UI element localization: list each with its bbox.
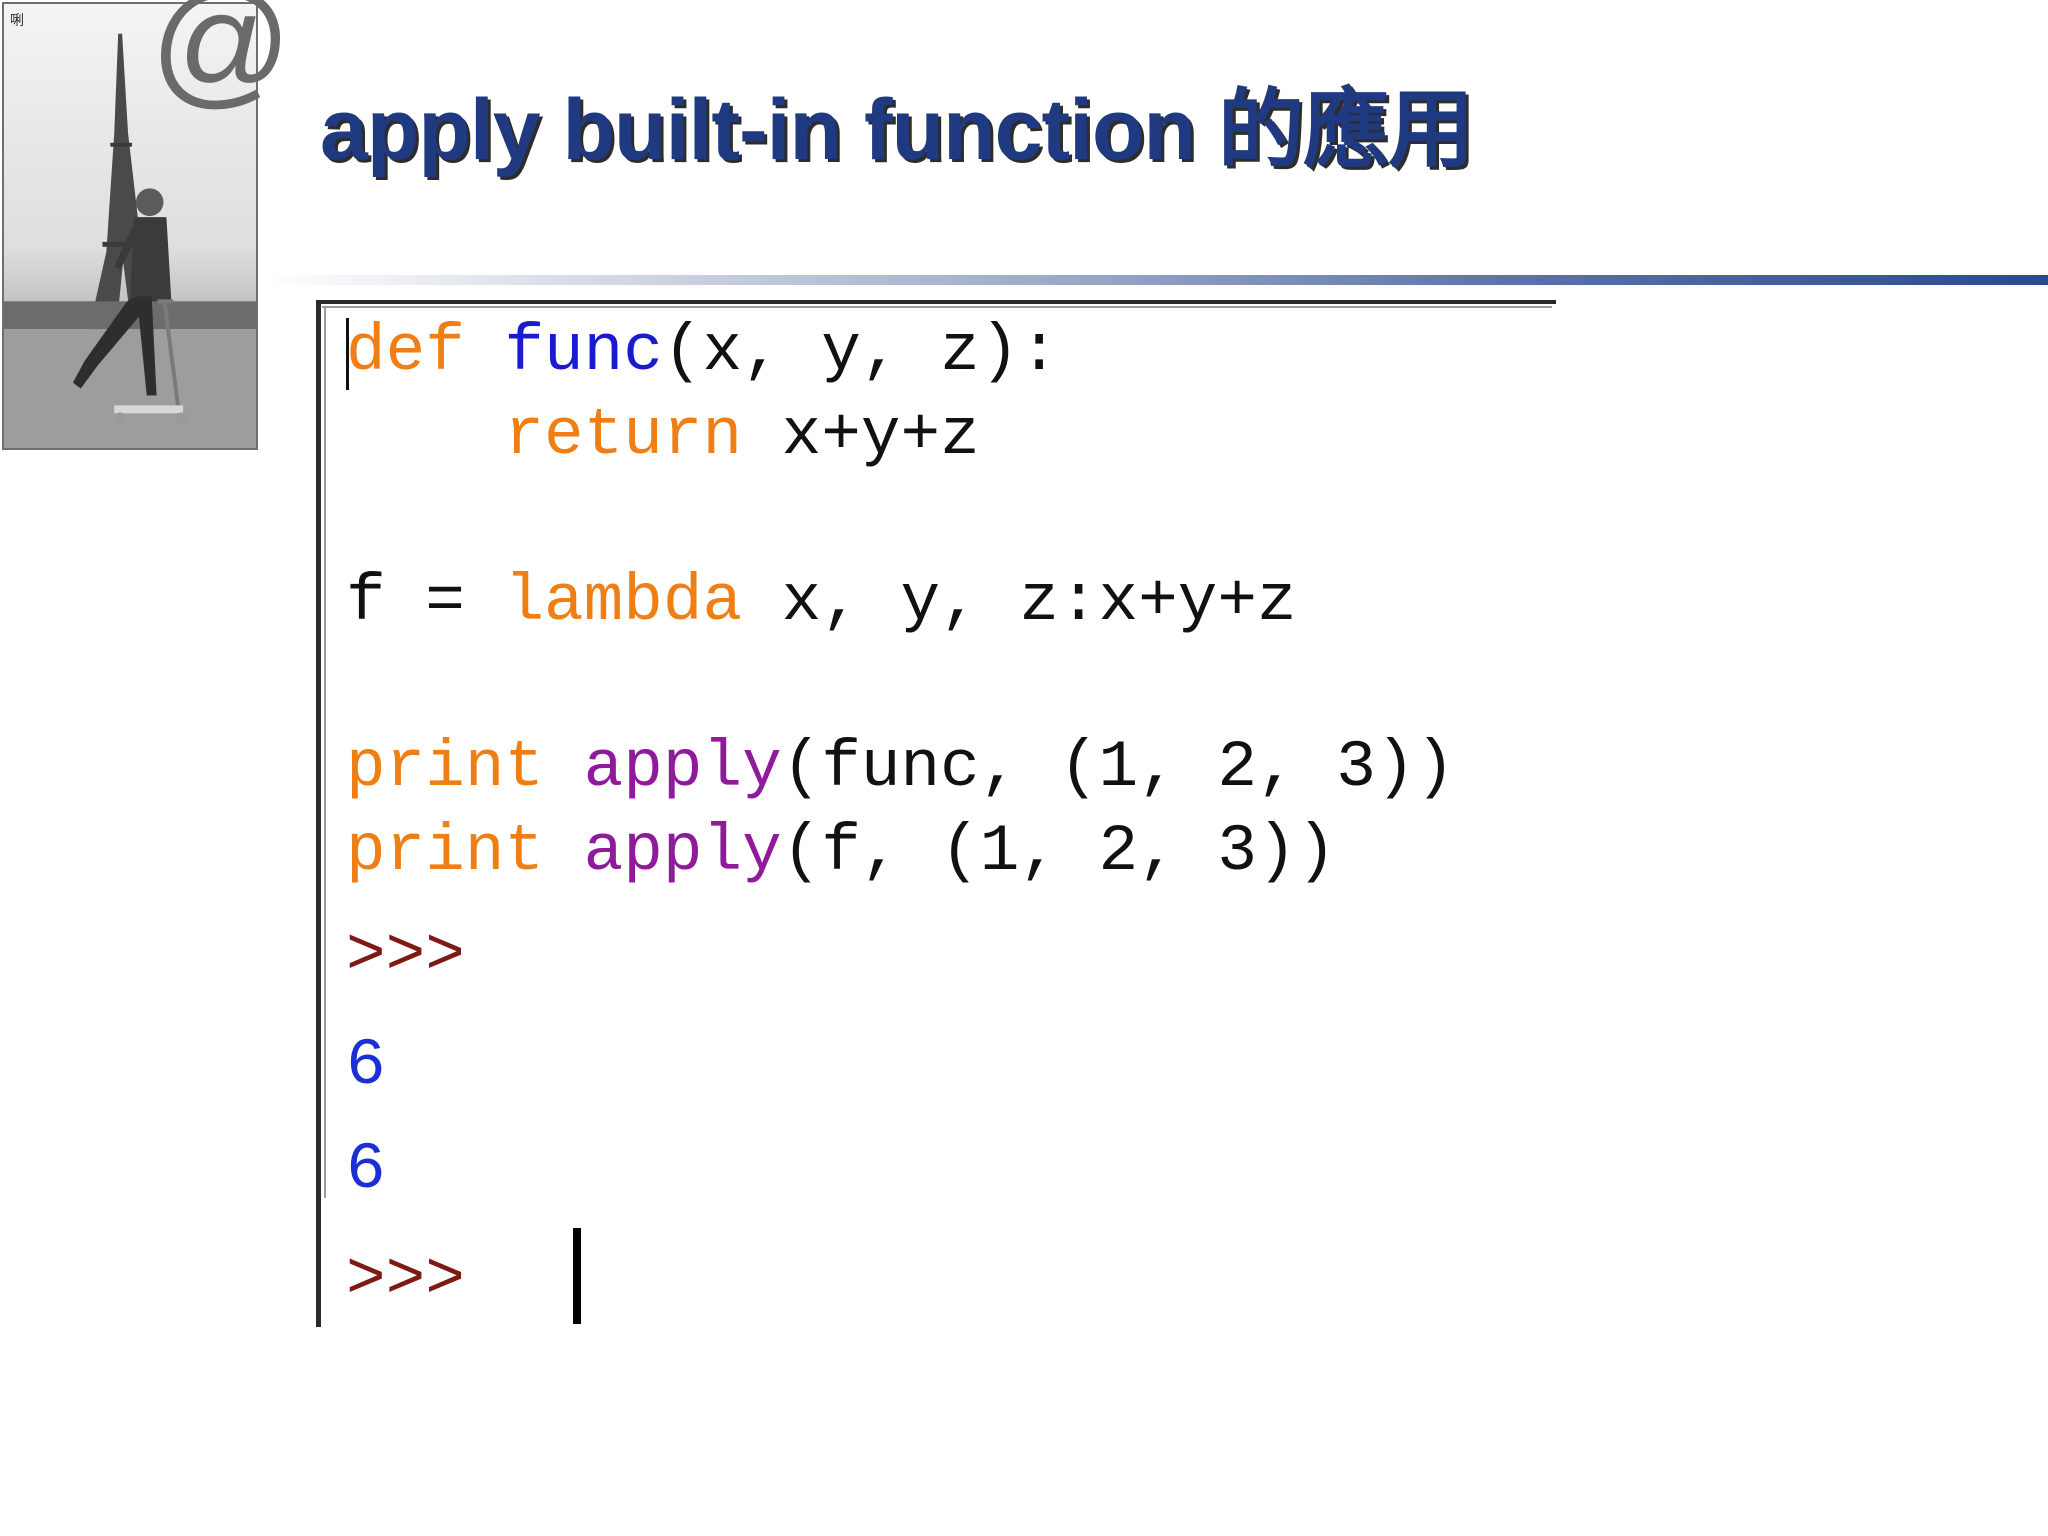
lambda-assignment: f = <box>346 564 505 639</box>
at-symbol-logo: @ <box>150 0 293 120</box>
keyword-lambda: lambda <box>504 564 743 639</box>
apply-args-lambda: (f, (1, 2, 3)) <box>781 814 1337 889</box>
slide-title: apply built-in function 的應用 <box>320 82 1474 178</box>
code-line-return: return x+y+z <box>346 396 980 476</box>
keyword-print: print <box>346 814 545 889</box>
keyword-def: def <box>346 314 465 389</box>
editor-text-cursor <box>346 318 349 390</box>
shell-text-cursor <box>573 1228 581 1324</box>
shell-prompt-1: >>> <box>346 918 465 993</box>
function-name: func <box>504 314 663 389</box>
panel-top-border-inner <box>322 306 1552 308</box>
keyword-return: return <box>504 398 743 473</box>
code-line-print-lambda: print apply(f, (1, 2, 3)) <box>346 812 1336 892</box>
apply-args-func: (func, (1, 2, 3)) <box>781 730 1456 805</box>
return-expression: x+y+z <box>742 398 980 473</box>
keyword-print: print <box>346 730 545 805</box>
panel-left-border <box>316 300 321 1327</box>
code-screenshot-panel: def func(x, y, z): return x+y+z f = lamb… <box>316 300 1556 1327</box>
shell-output-2: 6 <box>346 1132 386 1207</box>
lambda-body: x, y, z:x+y+z <box>742 564 1297 639</box>
panel-left-border-inner <box>324 308 326 1198</box>
builtin-apply: apply <box>583 730 782 805</box>
corner-glyph: 唎 <box>10 13 24 29</box>
panel-top-border <box>316 300 1556 304</box>
shell-prompt-2[interactable]: >>> <box>346 1240 465 1320</box>
code-line-lambda: f = lambda x, y, z:x+y+z <box>346 562 1297 642</box>
code-line-def: def func(x, y, z): <box>346 312 1059 392</box>
code-line-print-func: print apply(func, (1, 2, 3)) <box>346 728 1455 808</box>
shell-output-1: 6 <box>346 1028 386 1103</box>
builtin-apply: apply <box>583 814 782 889</box>
title-divider <box>258 275 2048 285</box>
function-params: (x, y, z): <box>662 314 1059 389</box>
